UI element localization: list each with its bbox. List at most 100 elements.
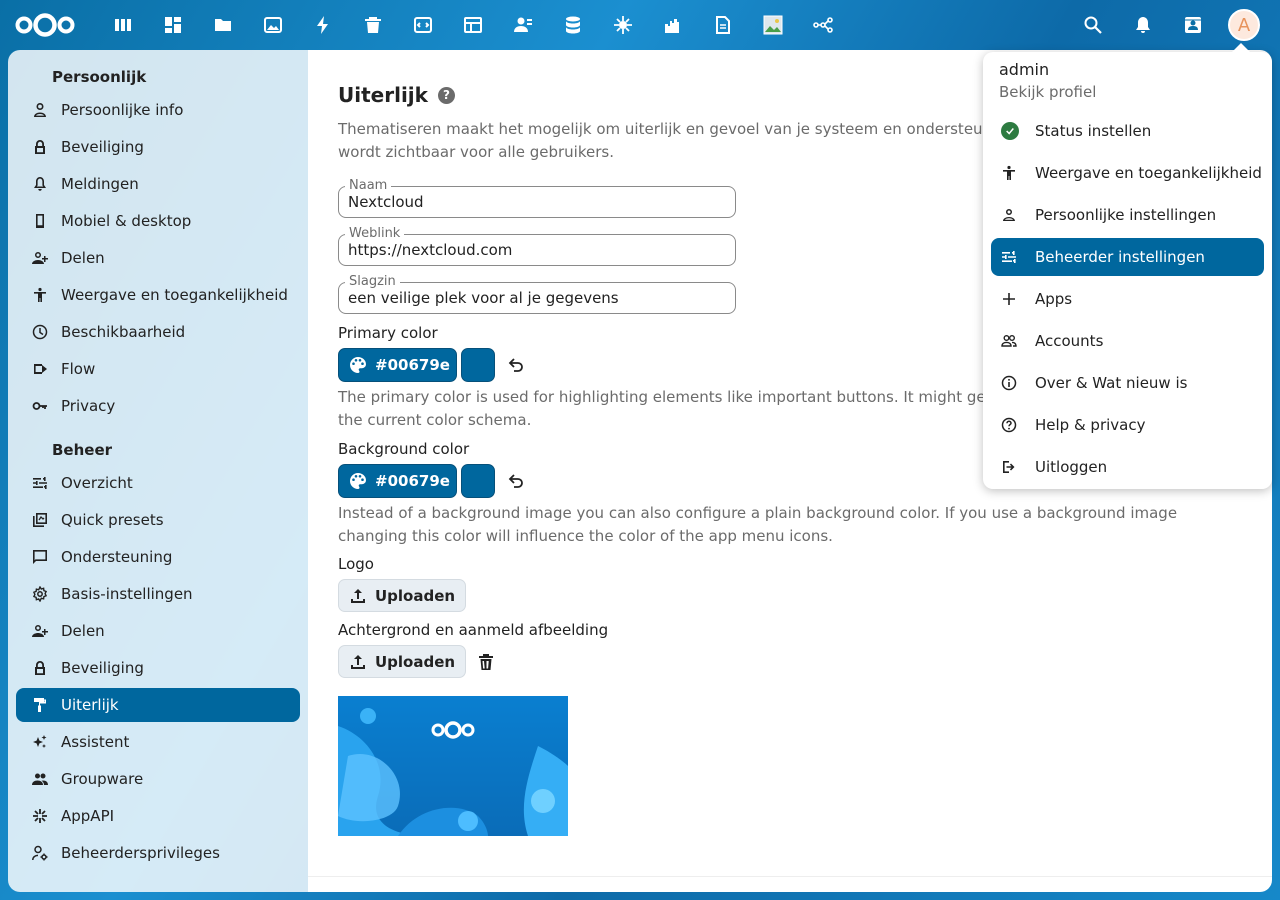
sidebar-item-flow[interactable]: Flow [16,352,300,386]
menu-item-accessibility[interactable]: Weergave en toegankelijkheid [991,154,1264,192]
menu-item-about[interactable]: Over & Wat nieuw is [991,364,1264,402]
menu-item-set-status[interactable]: Status instellen [991,112,1264,150]
contacts-menu-icon[interactable] [1168,0,1218,50]
code-icon[interactable] [398,0,448,50]
sidebar-item-admin-privileges[interactable]: Beheerdersprivileges [16,836,300,870]
sidebar-item-assistant[interactable]: Assistent [16,725,300,759]
person-icon [1003,209,1015,221]
sidebar-item-admin-security[interactable]: Beveiliging [16,651,300,685]
tune-icon [33,477,47,489]
sidebar-item-quick-presets[interactable]: Quick presets [16,503,300,537]
help-circle-icon [1001,417,1017,433]
castle-icon[interactable] [648,0,698,50]
sidebar-item-accessibility[interactable]: Weergave en toegankelijkheid [16,278,300,312]
section-title-personal: Persoonlijk [52,68,147,86]
menu-item-label: Apps [1035,290,1073,308]
picture-icon[interactable] [748,0,798,50]
settings-sidebar: Persoonlijk Persoonlijke info Beveiligin… [8,50,308,892]
search-icon[interactable] [1068,0,1118,50]
nextcloud-logo[interactable] [14,12,76,38]
name-input[interactable] [339,187,735,217]
sidebar-item-label: Basis-instellingen [61,585,193,603]
sidebar-item-label: Overzicht [61,474,133,492]
menu-item-label: Beheerder instellingen [1035,248,1205,266]
sidebar-item-appearance[interactable]: Uiterlijk [16,688,300,722]
image-icon[interactable] [248,0,298,50]
slogan-field: Slagzin [338,274,736,314]
sidebar-item-availability[interactable]: Beschikbaarheid [16,315,300,349]
primary-color-value: #00679e [375,356,450,374]
primary-color-button[interactable]: #00679e [338,348,457,382]
upload-icon [351,588,365,603]
main-footer-strip [308,876,1272,892]
sidebar-item-personal-info[interactable]: Persoonlijke info [16,93,300,127]
background-color-swatch[interactable] [461,464,495,498]
grid-icon[interactable] [148,0,198,50]
activity-icon[interactable] [298,0,348,50]
sidebar-item-mobile-desktop[interactable]: Mobiel & desktop [16,204,300,238]
sidebar-item-appapi[interactable]: AppAPI [16,799,300,833]
sidebar-item-label: Groupware [61,770,144,788]
logout-icon [1003,461,1015,473]
sidebar-item-label: Beschikbaarheid [61,323,186,341]
app-menu [98,0,848,50]
sidebar-item-admin-sharing[interactable]: Delen [16,614,300,648]
primary-reset-button[interactable] [499,348,533,382]
notifications-icon[interactable] [1118,0,1168,50]
admin-user-icon [32,845,48,861]
menu-item-apps[interactable]: Apps [991,280,1264,318]
undo-icon [508,474,523,488]
logo-upload-button[interactable]: Uploaden [338,579,467,612]
background-color-button[interactable]: #00679e [338,464,457,498]
menu-item-label: Help & privacy [1035,416,1146,434]
menu-username[interactable]: admin [983,60,1272,83]
background-reset-button[interactable] [499,464,533,498]
palette-icon [350,357,366,373]
menu-item-personal-settings[interactable]: Persoonlijke instellingen [991,196,1264,234]
background-artwork [338,708,568,836]
sidebar-item-groupware[interactable]: Groupware [16,762,300,796]
weblink-label: Weblink [345,226,405,241]
dashboard-icon[interactable] [98,0,148,50]
sidebar-item-basic-settings[interactable]: Basis-instellingen [16,577,300,611]
sidebar-item-label: Delen [61,249,105,267]
lock-icon [35,140,45,154]
flow-icon[interactable] [798,0,848,50]
background-color-value: #00679e [375,472,450,490]
sidebar-item-sharing[interactable]: Delen [16,241,300,275]
accessibility-icon [1003,165,1015,180]
sidebar-item-overview[interactable]: Overzicht [16,466,300,500]
delete-icon[interactable] [476,652,496,672]
document-icon[interactable] [698,0,748,50]
upload-label: Uploaden [375,586,456,605]
table-icon[interactable] [448,0,498,50]
sidebar-item-privacy[interactable]: Privacy [16,389,300,423]
gear-icon [32,586,48,602]
sidebar-item-notifications[interactable]: Meldingen [16,167,300,201]
sidebar-item-security[interactable]: Beveiliging [16,130,300,164]
help-icon[interactable]: ? [437,86,455,104]
menu-view-profile[interactable]: Bekijk profiel [983,83,1272,108]
user-menu: admin Bekijk profiel Status instellen We… [983,43,1272,489]
user-avatar[interactable]: A [1228,9,1260,41]
database-icon[interactable] [548,0,598,50]
menu-item-accounts[interactable]: Accounts [991,322,1264,360]
status-online-icon [1001,122,1019,140]
background-upload-button[interactable]: Uploaden [338,645,467,678]
trash-icon[interactable] [348,0,398,50]
undo-icon [508,358,523,372]
contacts-icon[interactable] [498,0,548,50]
background-preview-image [338,696,568,836]
menu-item-logout[interactable]: Uitloggen [991,448,1264,486]
top-bar: A [0,0,1280,50]
section-title-admin: Beheer [52,441,113,459]
menu-item-admin-settings[interactable]: Beheerder instellingen [991,238,1264,276]
spider-icon[interactable] [598,0,648,50]
menu-item-help-privacy[interactable]: Help & privacy [991,406,1264,444]
background-color-description-2: changing this color will influence the c… [338,527,833,545]
sidebar-item-label: Beveiliging [61,138,144,156]
folder-icon[interactable] [198,0,248,50]
primary-color-swatch[interactable] [461,348,495,382]
sidebar-item-support[interactable]: Ondersteuning [16,540,300,574]
paint-roller-icon [34,698,46,712]
